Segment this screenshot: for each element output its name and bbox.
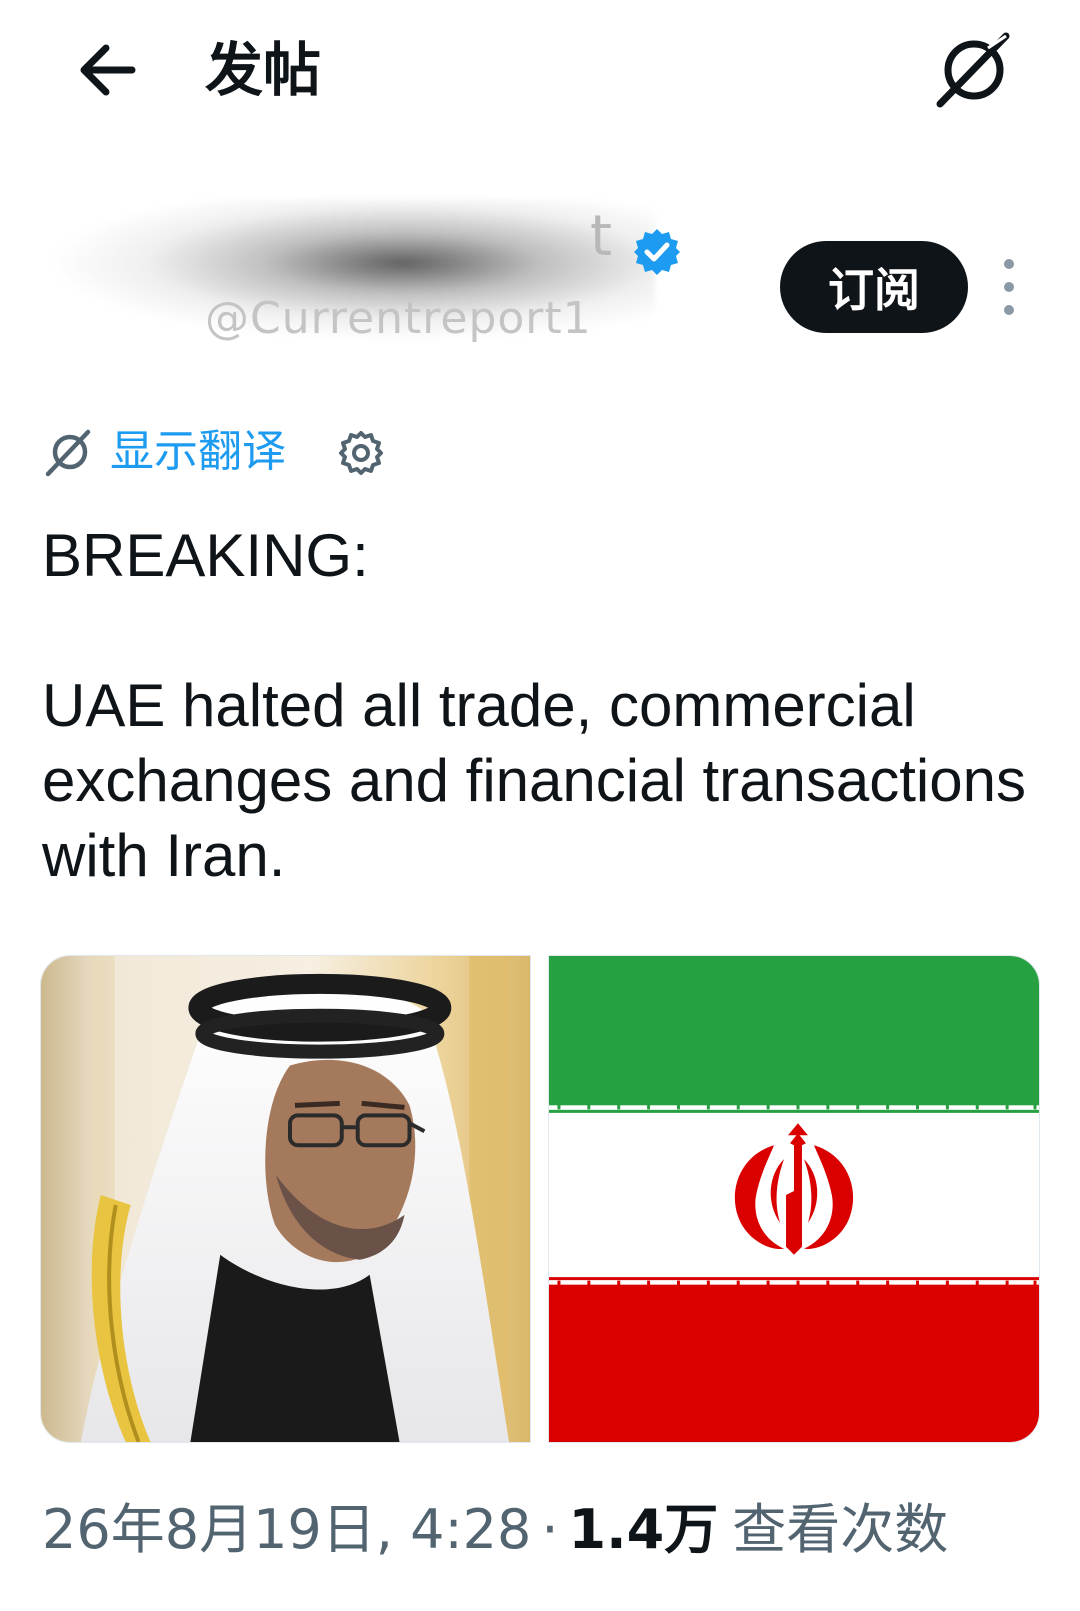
views-count: 1.4万: [568, 1498, 719, 1561]
author-handle[interactable]: @Currentreport1: [205, 292, 592, 346]
man-in-headdress-image: [41, 956, 530, 1442]
media-photo[interactable]: [40, 955, 531, 1443]
author-row: t @Currentreport1 订阅: [0, 175, 1080, 365]
more-vertical-icon[interactable]: [996, 259, 1022, 315]
grok-button[interactable]: [930, 28, 1018, 112]
page-title: 发帖: [205, 36, 322, 104]
separator-dot: ·: [541, 1498, 559, 1561]
translate-row: 显示翻译: [40, 420, 540, 484]
back-arrow-icon: [80, 44, 136, 96]
more-dot: [1004, 282, 1014, 292]
more-dot: [1004, 259, 1014, 269]
verified-badge-icon: [632, 227, 682, 277]
subscribe-button[interactable]: 订阅: [780, 241, 968, 333]
media-flag[interactable]: [548, 955, 1040, 1443]
grok-icon: [936, 32, 1010, 108]
show-translation-link[interactable]: 显示翻译: [110, 422, 286, 482]
author-name[interactable]: t: [590, 205, 612, 269]
timestamp[interactable]: 26年8月19日, 4:28: [42, 1498, 531, 1561]
back-button[interactable]: [72, 38, 144, 102]
tweet-text: BREAKING: UAE halted all trade, commerci…: [42, 522, 1026, 889]
more-dot: [1004, 305, 1014, 315]
iran-flag-image: [549, 956, 1039, 1442]
grok-translate-icon: [44, 428, 94, 478]
views-label[interactable]: 查看次数: [732, 1498, 948, 1561]
top-bar: 发帖: [0, 0, 1080, 140]
tweet-meta: 26年8月19日, 4:28 · 1.4万 查看次数: [42, 1492, 1052, 1568]
media-grid: [40, 955, 1040, 1443]
gear-icon[interactable]: [338, 430, 384, 476]
